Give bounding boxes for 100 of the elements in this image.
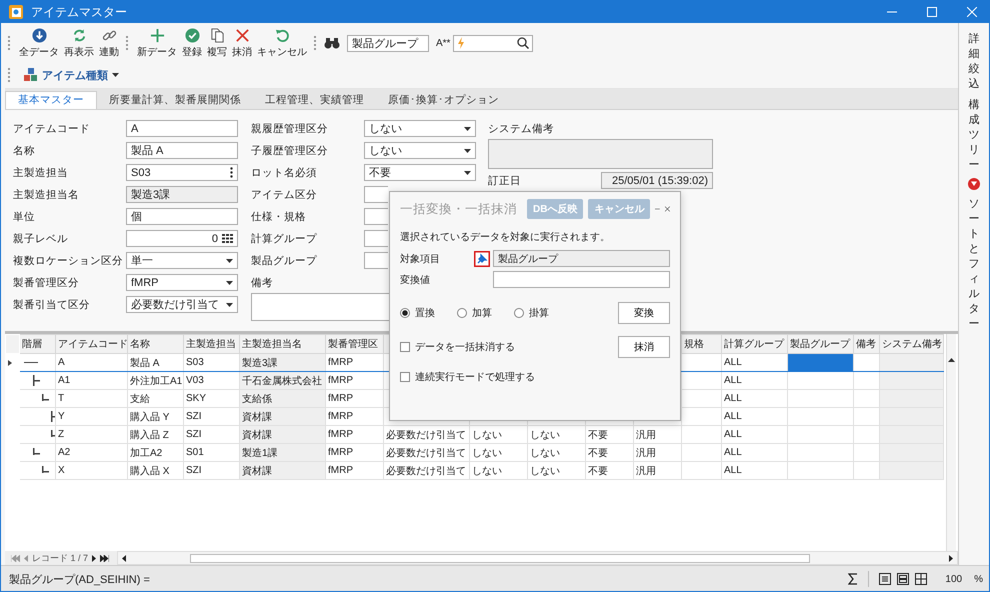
dropdown[interactable]: 不要 [364, 164, 476, 182]
radio-circle[interactable] [457, 308, 467, 318]
keypad-icon[interactable] [222, 234, 233, 244]
toolbar-button[interactable]: 抹消 [231, 28, 253, 58]
text-field[interactable] [364, 208, 388, 226]
dropdown[interactable] [364, 186, 388, 204]
delete-button[interactable]: 抹消 [618, 336, 670, 358]
checkbox[interactable] [400, 372, 410, 382]
table-cell: Y [56, 408, 128, 426]
scroll-left-icon[interactable] [122, 554, 126, 562]
checkbox-option[interactable]: データを一括抹消する [400, 340, 515, 354]
dropdown[interactable]: fMRP [126, 274, 238, 292]
item-type-menu[interactable]: アイテム種類 [18, 66, 125, 84]
column-header[interactable]: 主製造担当 [184, 334, 240, 354]
table-cell: 資材課 [240, 462, 326, 480]
previous-record-icon[interactable] [24, 554, 28, 562]
plus-icon [150, 28, 164, 42]
checkbox[interactable] [400, 342, 410, 352]
text-field[interactable] [493, 271, 670, 288]
text-field[interactable]: 製品 A [126, 142, 238, 160]
sigma-icon[interactable] [848, 573, 858, 585]
first-record-icon[interactable] [11, 554, 20, 562]
dropdown[interactable]: しない [364, 120, 476, 138]
column-header[interactable]: 製品グループ [788, 334, 854, 354]
binoculars-icon[interactable] [324, 36, 340, 50]
table-cell: 汎用 [634, 444, 682, 462]
column-header[interactable]: システム備考 [880, 334, 944, 354]
horizontal-scrollbar[interactable] [117, 551, 958, 565]
grid-view-icon[interactable] [915, 573, 928, 585]
vertical-scrollbar[interactable] [946, 334, 956, 551]
side-tab[interactable]: 詳細絞込 [968, 31, 980, 91]
form-view-icon[interactable] [897, 573, 910, 585]
date-field: 25/05/01 (15:39:02) [601, 172, 713, 190]
column-header[interactable]: アイテムコード [56, 334, 128, 354]
side-tab[interactable]: 構成ツリー [968, 97, 980, 172]
dropdown[interactable] [364, 230, 388, 248]
list-view-icon[interactable] [879, 573, 892, 585]
more-icon[interactable] [230, 167, 233, 178]
column-header[interactable]: 階層 [20, 334, 56, 354]
picker-field[interactable]: S03 [126, 164, 238, 182]
tab[interactable]: 工程管理、実績管理 [253, 90, 376, 109]
radio-option[interactable]: 置換 [400, 306, 435, 320]
dropdown[interactable]: しない [364, 142, 476, 160]
column-header[interactable]: 主製造担当名 [240, 334, 326, 354]
table-cell: 製造1課 [240, 444, 326, 462]
toolbar-button[interactable]: 全データ [18, 28, 60, 58]
caret-icon [226, 302, 233, 307]
convert-button[interactable]: 変換 [618, 302, 670, 324]
caret-icon [112, 73, 119, 77]
column-header[interactable]: 備考 [854, 334, 880, 354]
field-label: アイテムコード [13, 122, 91, 136]
scroll-thumb[interactable] [190, 554, 810, 562]
caret-icon [464, 126, 471, 131]
table-cell: 必要数だけ引当て [384, 426, 470, 444]
field-label: 単位 [13, 210, 36, 224]
tab[interactable]: 所要量計算、製番展開関係 [97, 90, 253, 109]
field-dropdown[interactable]: 製品グループ [347, 34, 429, 52]
radio-circle[interactable] [514, 308, 524, 318]
scroll-right-icon[interactable] [949, 554, 953, 562]
text-field[interactable]: 個 [126, 208, 238, 226]
radio-option[interactable]: 加算 [457, 306, 492, 320]
search-icon[interactable] [517, 37, 530, 49]
toolbar-button[interactable]: 新データ [136, 28, 178, 58]
toolbar-button[interactable]: 連動 [98, 28, 120, 58]
dropdown[interactable]: 単一 [126, 252, 238, 270]
toolbar-button[interactable]: 再表示 [63, 28, 95, 58]
search-field[interactable] [453, 34, 534, 52]
radio-circle[interactable] [400, 308, 410, 318]
maximize-icon[interactable] [927, 7, 937, 17]
table-cell: しない [528, 426, 586, 444]
table-cell: しない [470, 444, 528, 462]
radio-option[interactable]: 掛算 [514, 306, 549, 320]
text-field[interactable]: A [126, 120, 238, 138]
table-cell: ALL [722, 462, 788, 480]
caret-icon [226, 258, 233, 263]
dropdown[interactable] [364, 252, 388, 270]
dropdown[interactable]: 必要数だけ引当て [126, 296, 238, 314]
toolbar-button[interactable]: 登録 [181, 28, 203, 58]
last-record-icon[interactable] [100, 554, 110, 562]
tab[interactable]: 原価･換算･オプション [376, 90, 511, 109]
number-field[interactable]: 0 [126, 230, 238, 248]
field-label: 変換値 [400, 274, 431, 286]
dialog-title: 一括変換・一括抹消 [400, 200, 517, 218]
scroll-up-icon[interactable] [948, 358, 955, 362]
column-header[interactable]: 計算グループ [722, 334, 788, 354]
column-header[interactable]: 製番管理区 [326, 334, 384, 354]
column-header[interactable]: 規格 [682, 334, 722, 354]
next-record-icon[interactable] [92, 554, 96, 562]
checkbox-option[interactable]: 連続実行モードで処理する [400, 370, 535, 384]
caret-icon [226, 280, 233, 285]
column-header[interactable]: 名称 [128, 334, 184, 354]
close-icon[interactable] [665, 205, 670, 213]
toolbar-button[interactable]: キャンセル [256, 28, 308, 58]
field-label: 製番管理区分 [13, 276, 80, 290]
tree-connector-icon [24, 362, 38, 364]
table-cell: 不要 [586, 462, 634, 480]
pin-icon[interactable] [474, 250, 490, 266]
toolbar-button[interactable]: 複写 [206, 28, 228, 58]
side-tab[interactable]: ソートとフィルター [968, 196, 980, 331]
tab[interactable]: 基本マスター [5, 90, 97, 109]
